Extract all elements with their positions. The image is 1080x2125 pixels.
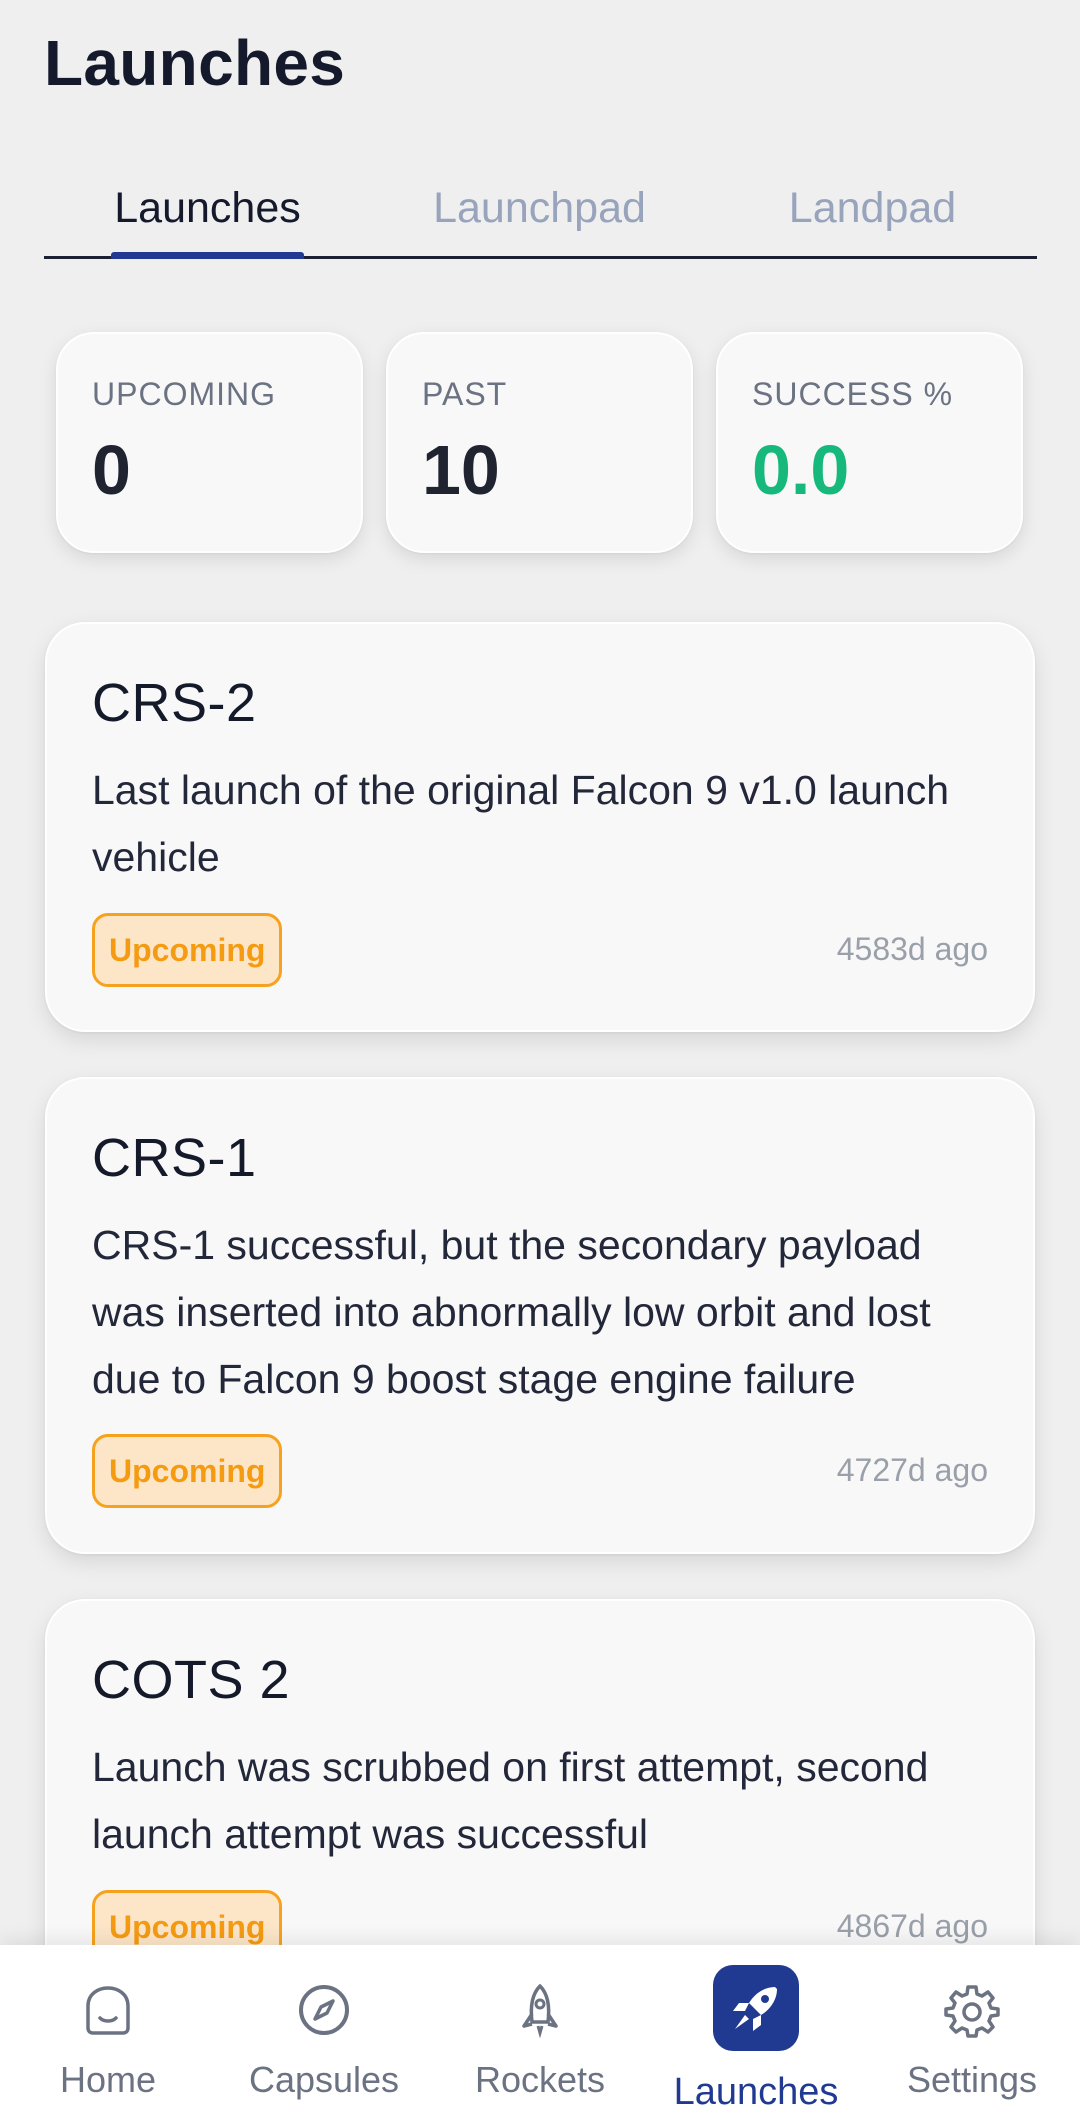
nav-item-launches[interactable]: Launches: [648, 1945, 864, 2125]
gear-icon: [942, 1980, 1002, 2040]
nav-item-home[interactable]: Home: [0, 1945, 216, 2125]
page-title: Launches: [44, 27, 346, 99]
launch-title: CRS-2: [92, 673, 257, 733]
tab-launchpad[interactable]: Launchpad: [371, 160, 708, 256]
tab-launches[interactable]: Launches: [44, 160, 371, 259]
tab-launches-label: Launches: [114, 183, 301, 232]
nav-item-settings[interactable]: Settings: [864, 1945, 1080, 2125]
launch-title: COTS 2: [92, 1650, 291, 1710]
launches-screen: Launches Launches Launchpad Landpad UPCO…: [0, 0, 1080, 2125]
stat-value: 0: [92, 431, 131, 509]
stat-label: SUCCESS %: [752, 376, 954, 412]
stat-card-past: PAST 10: [386, 332, 693, 553]
stat-label: UPCOMING: [92, 376, 276, 412]
launch-description: CRS-1 successful, but the secondary payl…: [92, 1222, 931, 1402]
status-badge: Upcoming: [92, 1434, 283, 1508]
tab-bar: Launches Launchpad Landpad: [44, 160, 1037, 259]
launch-description: Last launch of the original Falcon 9 v1.…: [92, 767, 949, 880]
nav-item-rockets[interactable]: Rockets: [432, 1945, 648, 2125]
nav-label: Rockets: [474, 2059, 606, 2100]
stat-card-upcoming: UPCOMING 0: [56, 332, 363, 553]
stat-label: PAST: [422, 376, 508, 412]
nav-item-capsules[interactable]: Capsules: [216, 1945, 432, 2125]
nav-label: Capsules: [248, 2059, 400, 2100]
tab-landpad[interactable]: Landpad: [708, 160, 1037, 256]
stat-value: 10: [422, 431, 500, 509]
bottom-navigation: Home Capsules Rockets Launches Settings: [0, 1945, 1080, 2125]
tab-landpad-label: Landpad: [788, 183, 957, 232]
compass-icon: [294, 1980, 354, 2040]
stat-value: 0.0: [752, 431, 850, 509]
status-badge: Upcoming: [92, 913, 283, 987]
home-icon: [78, 1980, 138, 2040]
launch-time-ago: 4583d ago: [836, 931, 988, 967]
launch-rocket-icon: [713, 1965, 799, 2051]
nav-label: Settings: [906, 2059, 1038, 2100]
stat-card-success: SUCCESS % 0.0: [716, 332, 1023, 553]
launch-description: Launch was scrubbed on first attempt, se…: [92, 1744, 929, 1857]
launch-card[interactable]: CRS-2 Last launch of the original Falcon…: [45, 622, 1035, 1032]
launch-time-ago: 4867d ago: [836, 1908, 988, 1944]
launch-card[interactable]: CRS-1 CRS-1 successful, but the secondar…: [45, 1077, 1035, 1554]
tab-active-indicator: [111, 252, 304, 259]
nav-label: Home: [59, 2059, 157, 2100]
launch-time-ago: 4727d ago: [836, 1452, 988, 1488]
nav-label: Launches: [673, 2071, 839, 2113]
rocket-icon: [510, 1980, 570, 2040]
tab-launchpad-label: Launchpad: [433, 183, 646, 232]
launch-title: CRS-1: [92, 1128, 257, 1188]
